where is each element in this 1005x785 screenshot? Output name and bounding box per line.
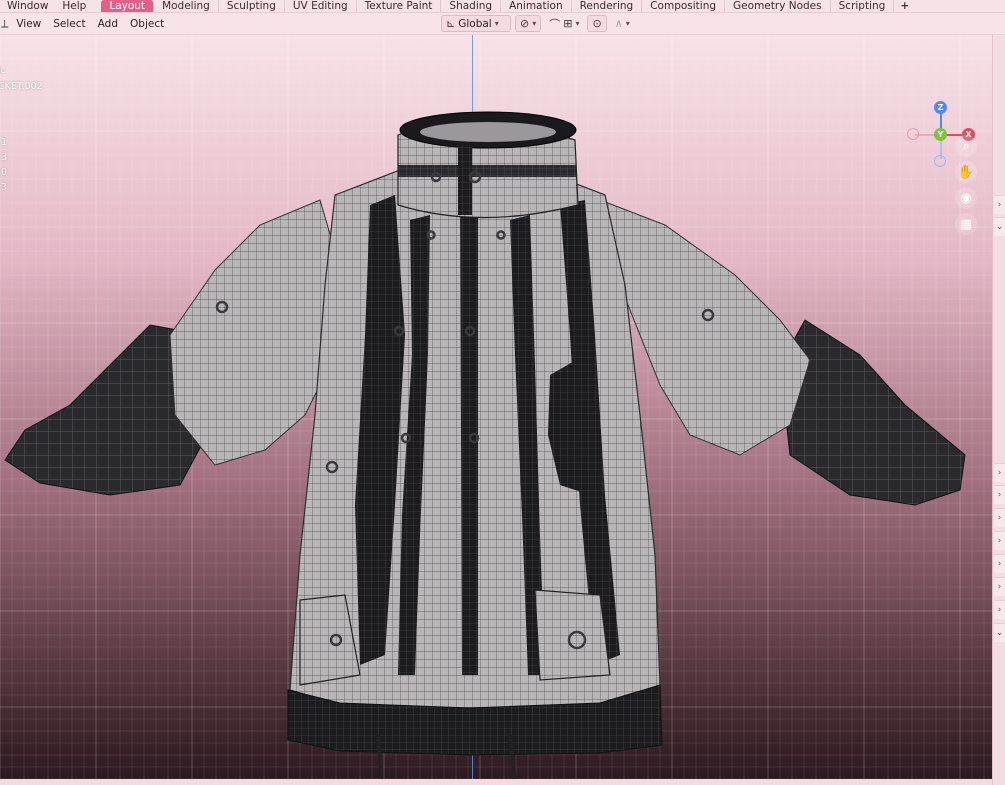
tab-modeling[interactable]: Modeling xyxy=(154,0,219,12)
viewport-header: ⟂ View Select Add Object ⊾ Global ▾ ⊘ ▾ … xyxy=(0,13,1005,35)
menu-add[interactable]: Add xyxy=(92,18,124,30)
falloff-icon: ∧ xyxy=(614,17,623,30)
tab-layout[interactable]: Layout xyxy=(101,0,155,12)
tab-rendering[interactable]: Rendering xyxy=(571,0,643,12)
gizmo-y-axis[interactable]: Y xyxy=(934,128,947,141)
proportional-icon: ⊙ xyxy=(592,17,602,30)
stat-2: 3 xyxy=(1,152,8,163)
orientation-value: Global xyxy=(458,17,492,30)
tab-texture-paint[interactable]: Texture Paint xyxy=(356,0,442,12)
right-cuff xyxy=(779,319,966,506)
transform-orientation-dropdown[interactable]: ⊾ Global ▾ xyxy=(441,15,511,32)
stat-4: 3 xyxy=(1,182,8,193)
workspace-tabs: Layout Modeling Sculpting UV Editing Tex… xyxy=(101,0,915,12)
collar-inner xyxy=(420,122,556,142)
zoom-icon[interactable]: ⌕ xyxy=(955,135,977,157)
chevron-down-icon: ▾ xyxy=(625,19,630,28)
magnet-icon: ⌒ xyxy=(549,17,561,31)
editor-type-icon[interactable]: ⟂ xyxy=(0,17,10,31)
menu-help[interactable]: Help xyxy=(55,0,93,12)
snap-target-icon: ⊞ xyxy=(563,17,573,30)
chevron-right-icon[interactable]: › xyxy=(994,508,1005,527)
chevron-right-icon[interactable]: › xyxy=(994,531,1005,550)
gizmo-z-axis[interactable]: Z xyxy=(934,101,947,114)
tab-uv-editing[interactable]: UV Editing xyxy=(284,0,357,12)
chevron-right-icon[interactable]: › xyxy=(994,554,1005,573)
add-workspace-button[interactable]: + xyxy=(894,0,915,12)
collar-band xyxy=(398,165,576,177)
chevron-right-icon[interactable]: › xyxy=(994,463,1005,482)
tab-shading[interactable]: Shading xyxy=(441,0,502,12)
pivot-icon: ⊘ xyxy=(520,17,530,30)
chevron-down-icon: ▾ xyxy=(575,19,580,28)
chevron-right-icon[interactable]: › xyxy=(994,485,1005,504)
chevron-right-icon[interactable]: › xyxy=(994,195,1005,214)
workspace-tab-bar: Window Help Layout Modeling Sculpting UV… xyxy=(0,0,1005,13)
pivot-point-dropdown[interactable]: ⊘ ▾ xyxy=(515,15,542,32)
chevron-right-icon[interactable]: › xyxy=(994,577,1005,596)
snapping-toggle[interactable]: ⌒ ⊞ ▾ xyxy=(545,16,583,31)
chevron-down-icon[interactable]: ⌄ xyxy=(994,217,1005,236)
chevron-down-icon: ▾ xyxy=(494,19,499,28)
hand-icon[interactable]: ✋ xyxy=(955,161,977,183)
tab-animation[interactable]: Animation xyxy=(501,0,572,12)
chevron-right-icon[interactable]: › xyxy=(994,600,1005,619)
stat-3: 0 xyxy=(1,167,8,178)
properties-sidebar-edge: › ⌄ › › › › › › › ⌄ xyxy=(992,35,1005,785)
tab-geometry-nodes[interactable]: Geometry Nodes xyxy=(725,0,831,12)
mode-label: ic xyxy=(0,65,6,76)
status-strip xyxy=(0,779,992,785)
menu-view[interactable]: View xyxy=(10,18,47,30)
jacket-mesh[interactable] xyxy=(0,35,992,779)
gizmo-neg-x[interactable] xyxy=(907,128,919,140)
stat-1: 1 xyxy=(1,137,8,148)
tab-compositing[interactable]: Compositing xyxy=(642,0,726,12)
tab-scripting[interactable]: Scripting xyxy=(830,0,895,12)
3d-viewport[interactable]: ic CKET.002 1 3 0 3 Z X Y ⌕ ✋ ◉ ▦ xyxy=(0,35,992,779)
header-tools: ⊾ Global ▾ ⊘ ▾ ⌒ ⊞ ▾ ⊙ ∧ ▾ xyxy=(441,15,634,32)
gizmo-neg-z[interactable] xyxy=(934,155,946,167)
menu-window[interactable]: Window xyxy=(0,0,55,12)
chevron-down-icon[interactable]: ⌄ xyxy=(994,623,1005,642)
camera-icon[interactable]: ◉ xyxy=(955,187,977,209)
grid-icon[interactable]: ▦ xyxy=(955,213,977,235)
menu-select[interactable]: Select xyxy=(47,18,91,30)
orientation-icon: ⊾ xyxy=(446,17,456,30)
falloff-dropdown[interactable]: ∧ ▾ xyxy=(611,16,634,31)
proportional-editing-toggle[interactable]: ⊙ xyxy=(587,15,607,32)
right-pocket xyxy=(534,589,611,681)
tab-sculpting[interactable]: Sculpting xyxy=(218,0,285,12)
menu-object[interactable]: Object xyxy=(124,18,170,30)
object-name-label: CKET.002 xyxy=(0,81,43,92)
chevron-down-icon: ▾ xyxy=(532,19,537,28)
